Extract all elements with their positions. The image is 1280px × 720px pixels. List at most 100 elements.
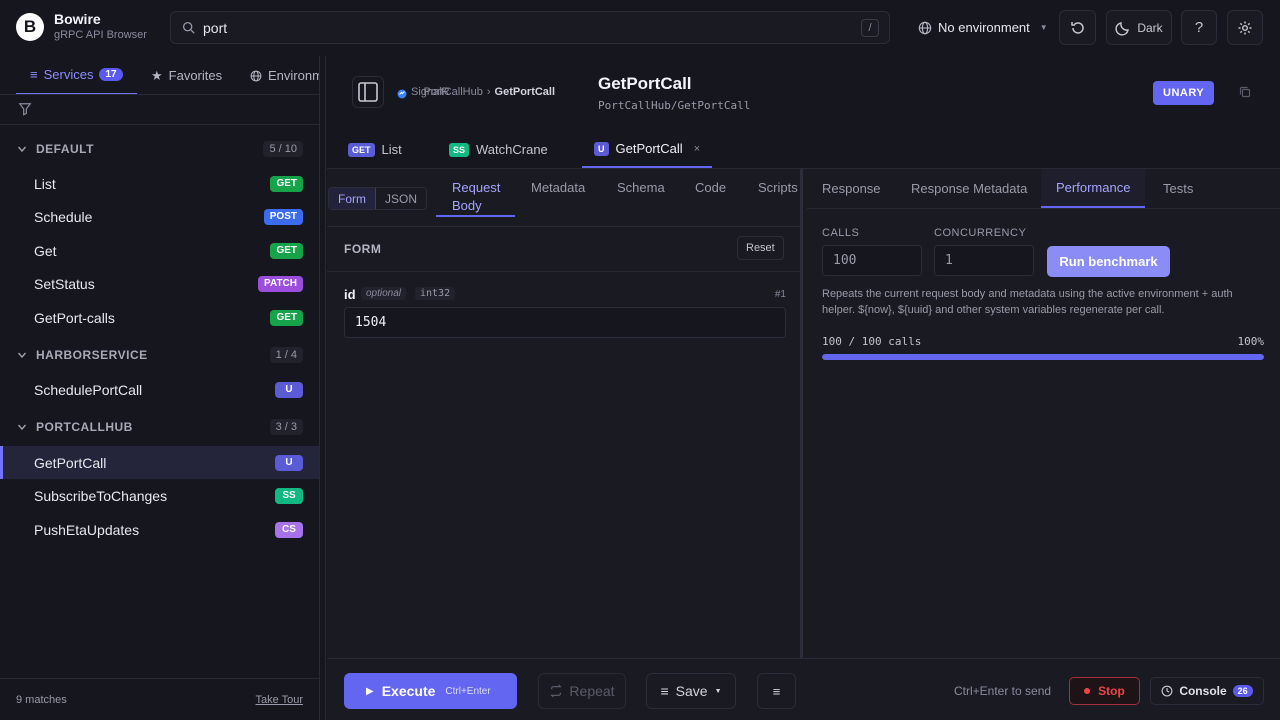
request-tab-list[interactable]: GET List (348, 131, 402, 168)
sidebar-item-getportcall[interactable]: GetPortCall U (0, 446, 319, 479)
list-icon: ≡ (660, 683, 669, 699)
sidebar-resize-handle[interactable] (320, 56, 326, 720)
save-label: Save (675, 683, 708, 699)
repeat-label: Repeat (569, 683, 615, 699)
chevron-down-icon: ▼ (1039, 23, 1048, 32)
breadcrumb-method: GetPortCall (494, 86, 556, 98)
request-tab-getportcall[interactable]: U GetPortCall × (582, 131, 713, 168)
item-label: PushEtaUpdates (34, 521, 140, 538)
tab-request-body[interactable]: Request Body (436, 169, 515, 217)
method-type-badge: UNARY (1153, 81, 1215, 105)
field-number: #1 (774, 289, 786, 300)
search-input[interactable] (203, 18, 803, 38)
id-input[interactable] (344, 307, 786, 338)
group-count: 5 / 10 (263, 141, 303, 157)
concurrency-input[interactable]: 1 (934, 245, 1034, 276)
sidebar-tabs: ≡ Services 17 ★ Favorites Environments (0, 56, 319, 95)
tab-code[interactable]: Code (695, 179, 726, 197)
chevron-down-icon (17, 146, 27, 153)
group-portcallhub[interactable]: PORTCALLHUB 3 / 3 (0, 411, 319, 443)
environment-selector[interactable]: No environment ▼ (918, 11, 1048, 44)
breadcrumb: SignalR PortCallHub › GetPortCall (397, 86, 556, 99)
save-button[interactable]: ≡ Save ▼ (646, 673, 736, 709)
sidebar-item-scheduleportcall[interactable]: SchedulePortCall U (0, 373, 319, 406)
tab-services[interactable]: ≡ Services 17 (16, 56, 137, 94)
method-badge: GET (348, 142, 375, 157)
progress-fill (822, 354, 1264, 360)
search-box[interactable]: / (170, 11, 890, 44)
request-tab-watchcrane[interactable]: SS WatchCrane (449, 131, 548, 168)
tab-favorites[interactable]: ★ Favorites (151, 56, 222, 94)
item-label: SetStatus (34, 275, 95, 292)
tab-environments[interactable]: Environments (250, 56, 319, 94)
filter-row (0, 95, 319, 125)
chevron-down-icon (17, 352, 27, 359)
calls-label: CALLS (822, 227, 860, 239)
method-badge: POST (263, 208, 303, 225)
more-menu-button[interactable]: ≡ (757, 673, 796, 709)
json-mode-button[interactable]: JSON (376, 188, 426, 209)
group-count: 1 / 4 (269, 347, 303, 363)
item-label: SchedulePortCall (34, 381, 143, 398)
close-icon[interactable]: × (694, 143, 700, 155)
theme-toggle[interactable]: Dark (1106, 10, 1172, 45)
method-header: SignalR PortCallHub › GetPortCall GetPor… (327, 56, 1280, 131)
tab-services-label: Services (43, 67, 94, 82)
menu-icon: ≡ (772, 683, 781, 699)
method-badge: SS (275, 487, 303, 504)
method-path: PortCallHub/GetPortCall (598, 99, 751, 112)
benchmark-description: Repeats the current request body and met… (822, 288, 1233, 316)
search-icon (182, 21, 195, 34)
history-button[interactable] (1059, 10, 1096, 45)
tab-performance[interactable]: Performance (1041, 169, 1146, 208)
form-mode-button[interactable]: Form (329, 188, 376, 209)
sidebar-panel-icon (358, 82, 378, 102)
item-label: Get (34, 242, 57, 259)
response-pane: Response Response Metadata Performance T… (807, 169, 1280, 658)
execute-button[interactable]: ▶ Execute Ctrl+Enter (344, 673, 517, 709)
field-name: id (344, 287, 356, 302)
sidebar-item-subscribetochanges[interactable]: SubscribeToChanges SS (0, 479, 319, 512)
match-count: 9 matches (16, 694, 67, 706)
tab-label: List (381, 142, 402, 157)
tab-response[interactable]: Response (807, 169, 896, 208)
tab-metadata[interactable]: Metadata (531, 179, 585, 197)
globe-icon (250, 70, 262, 81)
execute-shortcut: Ctrl+Enter (445, 685, 491, 697)
take-tour-link[interactable]: Take Tour (256, 694, 304, 706)
search-shortcut: / (861, 19, 879, 37)
run-benchmark-button[interactable]: Run benchmark (1047, 246, 1170, 277)
copy-icon[interactable] (1239, 86, 1251, 98)
group-name: PORTCALLHUB (36, 420, 133, 434)
method-badge: PATCH (258, 275, 303, 292)
tab-response-metadata[interactable]: Response Metadata (896, 169, 1042, 208)
console-button[interactable]: Console 26 (1150, 677, 1264, 705)
filter-icon[interactable] (18, 102, 32, 116)
group-harborservice[interactable]: HARBORSERVICE 1 / 4 (0, 339, 319, 371)
sidebar-item-setstatus[interactable]: SetStatus PATCH (0, 267, 319, 300)
history-icon (1070, 21, 1084, 34)
breadcrumb-service[interactable]: PortCallHub (424, 86, 483, 98)
app-logo: B (16, 13, 44, 41)
repeat-button[interactable]: Repeat (538, 673, 626, 709)
sidebar-item-pushetaupdates[interactable]: PushEtaUpdates CS (0, 513, 319, 546)
sidebar-item-list[interactable]: List GET (0, 167, 319, 200)
toggle-sidebar-button[interactable] (352, 76, 384, 108)
reset-button[interactable]: Reset (737, 236, 784, 260)
group-default[interactable]: DEFAULT 5 / 10 (0, 133, 319, 165)
response-tabs: Response Response Metadata Performance T… (807, 169, 1280, 209)
stop-button[interactable]: Stop (1069, 677, 1140, 705)
calls-input[interactable]: 100 (822, 245, 922, 276)
sidebar-item-get[interactable]: Get GET (0, 234, 319, 267)
help-button[interactable]: ? (1181, 10, 1217, 45)
signalr-icon (397, 89, 407, 99)
sidebar-item-schedule[interactable]: Schedule POST (0, 200, 319, 233)
theme-label: Dark (1137, 20, 1163, 35)
settings-button[interactable] (1227, 10, 1263, 45)
sidebar-item-getport-calls[interactable]: GetPort-calls GET (0, 301, 319, 334)
tab-environments-label: Environments (268, 68, 319, 83)
repeat-icon (550, 684, 563, 698)
tab-scripts[interactable]: Scripts (758, 179, 798, 197)
tab-schema[interactable]: Schema (617, 179, 665, 197)
tab-tests[interactable]: Tests (1148, 169, 1208, 208)
